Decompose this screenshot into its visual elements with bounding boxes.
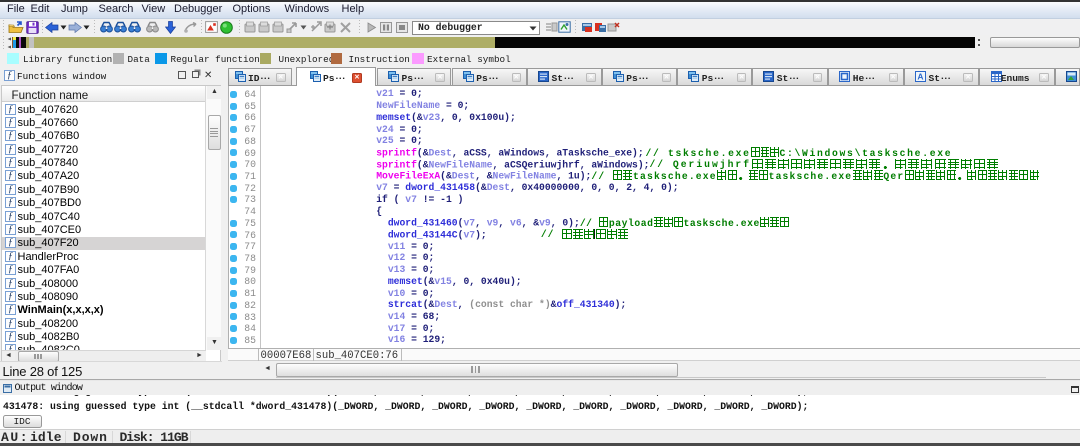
- svg-text:A: A: [917, 72, 923, 82]
